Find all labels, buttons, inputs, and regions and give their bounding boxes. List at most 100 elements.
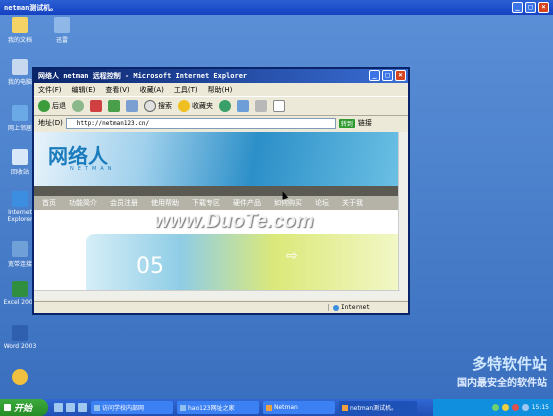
computer-icon (12, 59, 28, 75)
nav-hardware[interactable]: 硬件产品 (233, 198, 261, 208)
ie-small-icon (94, 404, 100, 411)
search-icon (144, 100, 156, 112)
nav-help[interactable]: 使用帮助 (151, 198, 179, 208)
edit-icon (273, 100, 285, 112)
outer-minimize-button[interactable]: _ (512, 2, 523, 13)
status-zone: Internet (328, 304, 408, 311)
netman-small-icon (266, 404, 272, 411)
tool-icon (54, 17, 70, 33)
address-label: 地址(D) (38, 119, 63, 127)
clock[interactable]: 15:15 (532, 404, 549, 411)
network-icon (12, 105, 28, 121)
ie-titlebar: 网络人 netman 远程控制 - Microsoft Internet Exp… (34, 69, 408, 83)
site-nav: 首页 功能简介 会员注册 使用帮助 下载专区 硬件产品 如何购买 论坛 关于我 (34, 196, 400, 210)
netman-small-icon (342, 404, 348, 411)
ie-maximize-button[interactable]: □ (382, 70, 393, 81)
stop-icon (90, 100, 102, 112)
print-button[interactable] (255, 100, 267, 112)
menu-tools[interactable]: 工具(T) (174, 85, 198, 95)
site-logo[interactable]: 网络人 (48, 140, 108, 169)
search-button[interactable]: 搜索 (144, 100, 172, 112)
refresh-icon (108, 100, 120, 112)
task-button-netman[interactable]: Netman (263, 401, 335, 414)
menu-view[interactable]: 查看(V) (105, 85, 129, 95)
ie-page-content: 网络人 NETMAN 首页 功能简介 会员注册 使用帮助 下载专区 硬件产品 如… (34, 132, 400, 300)
quick-launch-ie-icon[interactable] (54, 403, 63, 412)
system-tray: 15:15 (433, 399, 553, 416)
desktop-icon-my-documents[interactable]: 我的文档 (0, 17, 40, 44)
menu-favorites[interactable]: 收藏(A) (140, 85, 164, 95)
desktop: 我的文档 迅雷 我的电脑 网上邻居 回收站 Internet Explorer … (0, 15, 553, 399)
qq-icon (12, 369, 28, 385)
history-icon (219, 100, 231, 112)
tray-icon[interactable] (491, 404, 499, 411)
nav-register[interactable]: 会员注册 (110, 198, 138, 208)
word-icon (12, 325, 28, 341)
links-label[interactable]: 链接 (358, 118, 372, 128)
site-logo-sub: NETMAN (70, 166, 116, 172)
favorites-button[interactable]: 收藏夹 (178, 100, 213, 112)
task-button-hao123[interactable]: hao123网址之家 (177, 401, 259, 414)
mail-icon (237, 100, 249, 112)
outer-title: netman测试机。 (4, 3, 58, 12)
start-button[interactable]: 开始 (0, 399, 48, 416)
ie-menubar: 文件(F) 编辑(E) 查看(V) 收藏(A) 工具(T) 帮助(H) (34, 83, 408, 96)
outer-close-button[interactable]: × (538, 2, 549, 13)
back-button[interactable]: 后退 (38, 100, 66, 112)
nav-download[interactable]: 下载专区 (192, 198, 220, 208)
menu-edit[interactable]: 编辑(E) (72, 85, 96, 95)
desktop-icon-qq[interactable] (0, 369, 40, 387)
ie-close-button[interactable]: × (395, 70, 406, 81)
duote-watermark: www.DuoTe.com (154, 210, 314, 232)
ie-window-controls: _ □ × (369, 70, 406, 81)
history-button[interactable] (219, 100, 231, 112)
task-button-ie[interactable]: 访问学校内部网 (91, 401, 173, 414)
ie-title: 网络人 netman 远程控制 - Microsoft Internet Exp… (38, 72, 248, 80)
stop-button[interactable] (90, 100, 102, 112)
nav-strip (34, 186, 400, 196)
brand-watermark: 多特软件站 国内最安全的软件站 (457, 355, 547, 389)
nav-forum[interactable]: 论坛 (315, 198, 329, 208)
vertical-scrollbar[interactable] (398, 132, 408, 300)
tray-icon[interactable] (521, 404, 529, 411)
task-button-remote[interactable]: netman测试机。 (339, 401, 417, 414)
desktop-icon-word[interactable]: Word 2003 (0, 325, 40, 350)
outer-maximize-button[interactable]: □ (525, 2, 536, 13)
address-input[interactable]: http://netman123.cn/ (65, 117, 336, 129)
quick-launch (54, 403, 87, 412)
outer-titlebar: netman测试机。 _ □ × (0, 0, 553, 15)
back-arrow-icon (38, 100, 50, 112)
forward-arrow-icon (72, 100, 84, 112)
nav-features[interactable]: 功能简介 (69, 198, 97, 208)
menu-help[interactable]: 帮助(H) (208, 85, 233, 95)
tray-icon[interactable] (501, 404, 509, 411)
globe-icon (333, 304, 339, 311)
ie-toolbar: 后退 搜索 收藏夹 (34, 96, 408, 116)
go-button[interactable]: 转到 (338, 118, 355, 128)
ie-minimize-button[interactable]: _ (369, 70, 380, 81)
home-button[interactable] (126, 100, 138, 112)
quick-launch-desktop-icon[interactable] (66, 403, 75, 412)
ie-addressbar: 地址(D) http://netman123.cn/ 转到 链接 (34, 116, 408, 130)
desktop-icon-tools[interactable]: 迅雷 (42, 17, 82, 44)
recycle-bin-icon (12, 149, 28, 165)
horizontal-scrollbar[interactable] (34, 290, 400, 300)
menu-file[interactable]: 文件(F) (38, 85, 62, 95)
nav-buy[interactable]: 如何购买 (274, 198, 302, 208)
tray-icon[interactable] (511, 404, 519, 411)
quick-launch-media-icon[interactable] (78, 403, 87, 412)
ie-statusbar: Internet (34, 301, 408, 313)
folder-icon (12, 17, 28, 33)
mail-button[interactable] (237, 100, 249, 112)
broadband-icon (12, 241, 28, 257)
ie-window: 网络人 netman 远程控制 - Microsoft Internet Exp… (32, 67, 410, 315)
edit-button[interactable] (273, 100, 285, 112)
internet-explorer-icon (12, 191, 28, 207)
refresh-button[interactable] (108, 100, 120, 112)
site-banner: 网络人 NETMAN (34, 132, 400, 186)
print-icon (255, 100, 267, 112)
forward-button[interactable] (72, 100, 84, 112)
windows-logo-icon (4, 404, 11, 411)
nav-about[interactable]: 关于我 (342, 198, 363, 208)
nav-home[interactable]: 首页 (42, 198, 56, 208)
